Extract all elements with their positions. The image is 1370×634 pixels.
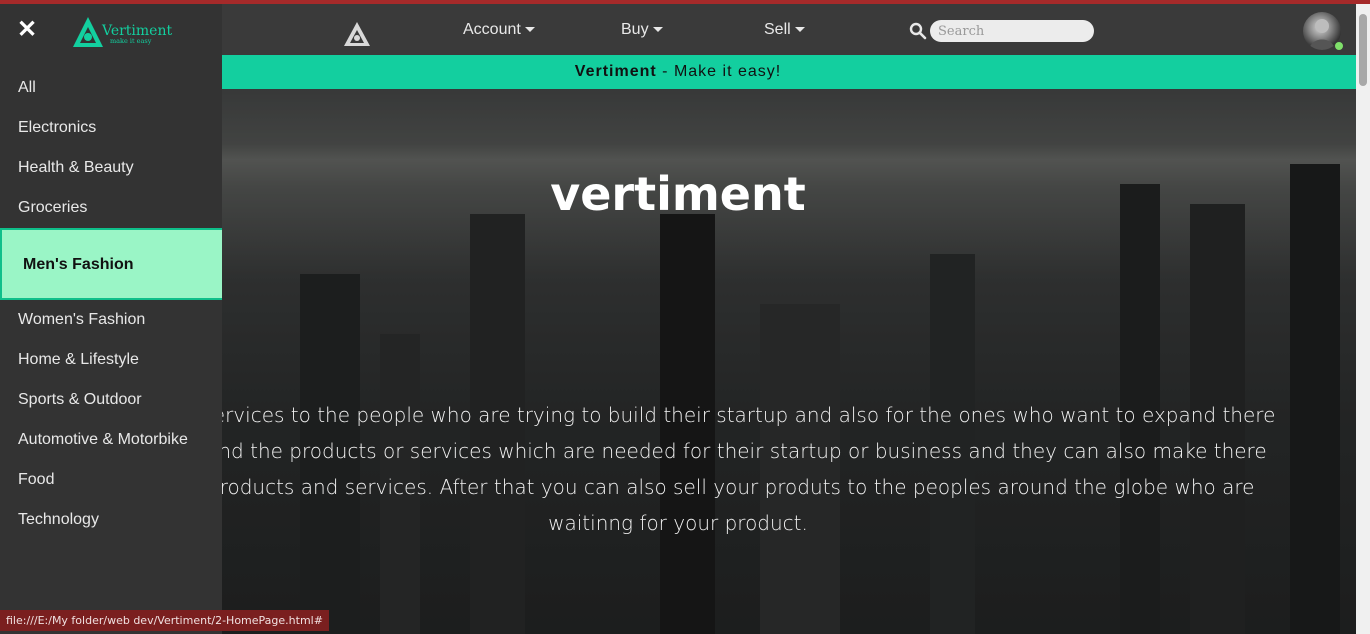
- sidebar-item-automotive-motorbike[interactable]: Automotive & Motorbike: [0, 420, 222, 460]
- vertiment-logo-icon[interactable]: [343, 21, 371, 47]
- category-list: All Electronics Health & Beauty Grocerie…: [0, 68, 222, 540]
- status-bar-url: file:///E:/My folder/web dev/Vertiment/2…: [0, 610, 329, 631]
- search-input[interactable]: [930, 20, 1094, 42]
- sidebar-item-electronics[interactable]: Electronics: [0, 108, 222, 148]
- account-menu-label: Account: [463, 21, 521, 38]
- vertiment-logo[interactable]: Vertiment make it easy: [72, 16, 172, 48]
- account-menu[interactable]: Account: [463, 4, 535, 55]
- banner-tagline: - Make it easy!: [656, 63, 782, 80]
- sell-menu-label: Sell: [764, 21, 791, 38]
- vertical-scrollbar[interactable]: [1356, 4, 1370, 634]
- sell-menu[interactable]: Sell: [764, 4, 805, 55]
- close-icon[interactable]: ✕: [17, 18, 37, 42]
- sidebar-item-health-beauty[interactable]: Health & Beauty: [0, 148, 222, 188]
- buy-menu-label: Buy: [621, 21, 649, 38]
- category-sidebar: ✕ Vertiment make it easy All Electronics…: [0, 4, 222, 634]
- chevron-down-icon: [652, 27, 663, 33]
- page: Account Buy Sell Vertiment - Make it eas…: [0, 0, 1370, 634]
- sidebar-item-food[interactable]: Food: [0, 460, 222, 500]
- sidebar-item-all[interactable]: All: [0, 68, 222, 108]
- sidebar-logo-tagline: make it easy: [110, 37, 152, 45]
- hero-description: is providing services to the people who …: [80, 403, 1276, 535]
- buy-menu[interactable]: Buy: [621, 4, 663, 55]
- sidebar-item-home-lifestyle[interactable]: Home & Lifestyle: [0, 340, 222, 380]
- banner-brand: Vertiment: [574, 63, 657, 80]
- sidebar-item-mens-fashion[interactable]: Men's Fashion: [0, 228, 222, 300]
- online-status-dot: [1334, 41, 1344, 51]
- chevron-down-icon: [794, 27, 805, 33]
- sidebar-item-technology[interactable]: Technology: [0, 500, 222, 540]
- search-icon[interactable]: [909, 22, 927, 40]
- sidebar-item-groceries[interactable]: Groceries: [0, 188, 222, 228]
- sidebar-item-womens-fashion[interactable]: Women's Fashion: [0, 300, 222, 340]
- sidebar-item-sports-outdoor[interactable]: Sports & Outdoor: [0, 380, 222, 420]
- scrollbar-thumb[interactable]: [1359, 14, 1367, 86]
- chevron-down-icon: [524, 27, 535, 33]
